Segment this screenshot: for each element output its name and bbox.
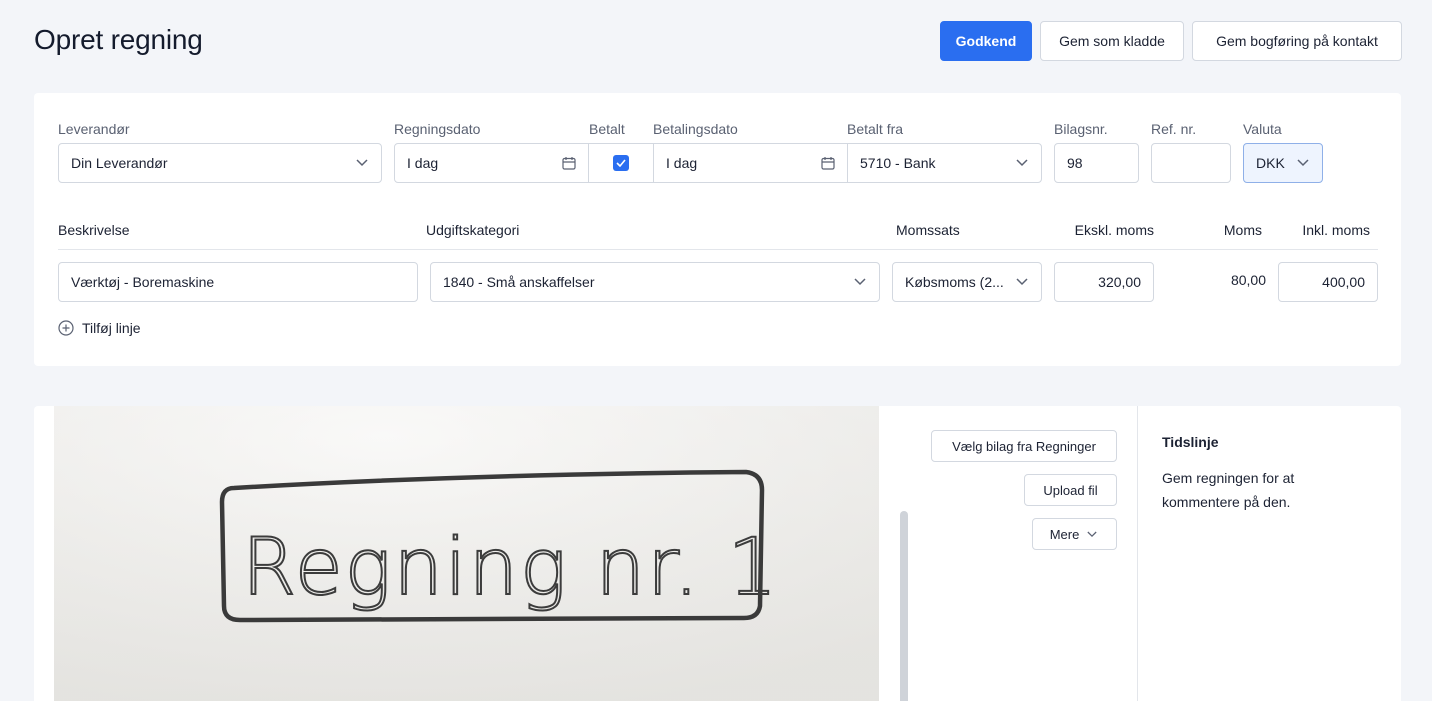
supplier-select[interactable]: Din Leverandør — [58, 143, 382, 183]
line-excl-vat-input[interactable]: 320,00 — [1054, 262, 1154, 302]
calendar-icon[interactable] — [821, 156, 835, 170]
voucher-no-input[interactable]: 98 — [1054, 143, 1139, 183]
line-vat-value: 80,00 — [1230, 272, 1266, 288]
payment-date-label: Betalingsdato — [653, 121, 738, 137]
bill-form-card: Leverandør Din Leverandør Regningsdato I… — [34, 93, 1401, 366]
more-label: Mere — [1049, 526, 1080, 542]
add-line-label: Tilføj linje — [82, 320, 141, 336]
chevron-down-icon — [1085, 527, 1099, 541]
currency-label: Valuta — [1243, 121, 1282, 137]
supplier-label: Leverandør — [58, 121, 130, 137]
paid-checkbox[interactable] — [613, 155, 629, 171]
timeline-divider — [1137, 406, 1138, 701]
line-vat-rate-select[interactable]: Købsmoms (2... — [892, 262, 1042, 302]
bill-date-label: Regningsdato — [394, 121, 481, 137]
paid-from-label: Betalt fra — [847, 121, 904, 137]
payment-date-input[interactable]: I dag — [653, 143, 848, 183]
paid-from-value: 5710 - Bank — [860, 155, 936, 171]
ref-no-label: Ref. nr. — [1151, 121, 1197, 137]
supplier-value: Din Leverandør — [71, 155, 168, 171]
line-category-value: 1840 - Små anskaffelser — [443, 274, 595, 290]
voucher-no-value: 98 — [1067, 155, 1083, 171]
chevron-down-icon — [1015, 275, 1029, 289]
line-vat-rate-value: Købsmoms (2... — [905, 274, 1004, 290]
preview-scrollbar[interactable] — [900, 511, 908, 701]
handwritten-bill-image: Regning nr. 1 — [54, 406, 879, 701]
handwritten-text: Regning nr. 1 — [242, 523, 779, 613]
line-description-value: Værktøj - Boremaskine — [71, 274, 215, 290]
vat-rate-header: Momssats — [896, 222, 960, 238]
calendar-icon[interactable] — [562, 156, 576, 170]
chevron-down-icon — [853, 275, 867, 289]
chevron-down-icon — [355, 156, 369, 170]
choose-from-bills-button[interactable]: Vælg bilag fra Regninger — [931, 430, 1117, 462]
save-posting-button[interactable]: Gem bogføring på kontakt — [1192, 21, 1402, 61]
page-title: Opret regning — [34, 24, 203, 55]
upload-file-button[interactable]: Upload fil — [1024, 474, 1117, 506]
line-incl-vat-input[interactable]: 400,00 — [1278, 262, 1378, 302]
bill-date-value: I dag — [407, 155, 439, 171]
approve-button[interactable]: Godkend — [940, 21, 1032, 61]
currency-value: DKK — [1256, 155, 1285, 171]
chevron-down-icon — [1296, 156, 1310, 170]
attachment-preview: Regning nr. 1 — [54, 406, 879, 701]
add-line-button[interactable]: Tilføj linje — [58, 320, 141, 336]
line-category-select[interactable]: 1840 - Små anskaffelser — [430, 262, 880, 302]
timeline-text: Gem regningen for at kommentere på den. — [1162, 470, 1295, 510]
ref-no-input[interactable] — [1151, 143, 1231, 183]
bill-date-input[interactable]: I dag — [394, 143, 589, 183]
description-header: Beskrivelse — [58, 222, 130, 238]
plus-circle-icon — [58, 320, 74, 336]
incl-vat-header: Inkl. moms — [1302, 222, 1370, 238]
timeline-title: Tidslinje — [1162, 434, 1219, 450]
excl-vat-header: Ekskl. moms — [1074, 222, 1154, 238]
save-draft-button[interactable]: Gem som kladde — [1040, 21, 1184, 61]
more-button[interactable]: Mere — [1032, 518, 1117, 550]
line-description-input[interactable]: Værktøj - Boremaskine — [58, 262, 418, 302]
currency-select[interactable]: DKK — [1243, 143, 1323, 183]
attachment-card: Regning nr. 1 Vælg bilag fra Regninger U… — [34, 406, 1401, 701]
chevron-down-icon — [1015, 156, 1029, 170]
header-divider — [58, 249, 1378, 250]
vat-header: Moms — [1223, 222, 1262, 238]
line-excl-vat-value: 320,00 — [1098, 274, 1141, 290]
voucher-no-label: Bilagsnr. — [1054, 121, 1108, 137]
payment-date-value: I dag — [666, 155, 698, 171]
paid-from-select[interactable]: 5710 - Bank — [847, 143, 1042, 183]
paid-checkbox-cell — [589, 143, 653, 183]
category-header: Udgiftskategori — [426, 222, 520, 238]
line-incl-vat-value: 400,00 — [1322, 274, 1365, 290]
paid-label: Betalt — [589, 121, 625, 137]
